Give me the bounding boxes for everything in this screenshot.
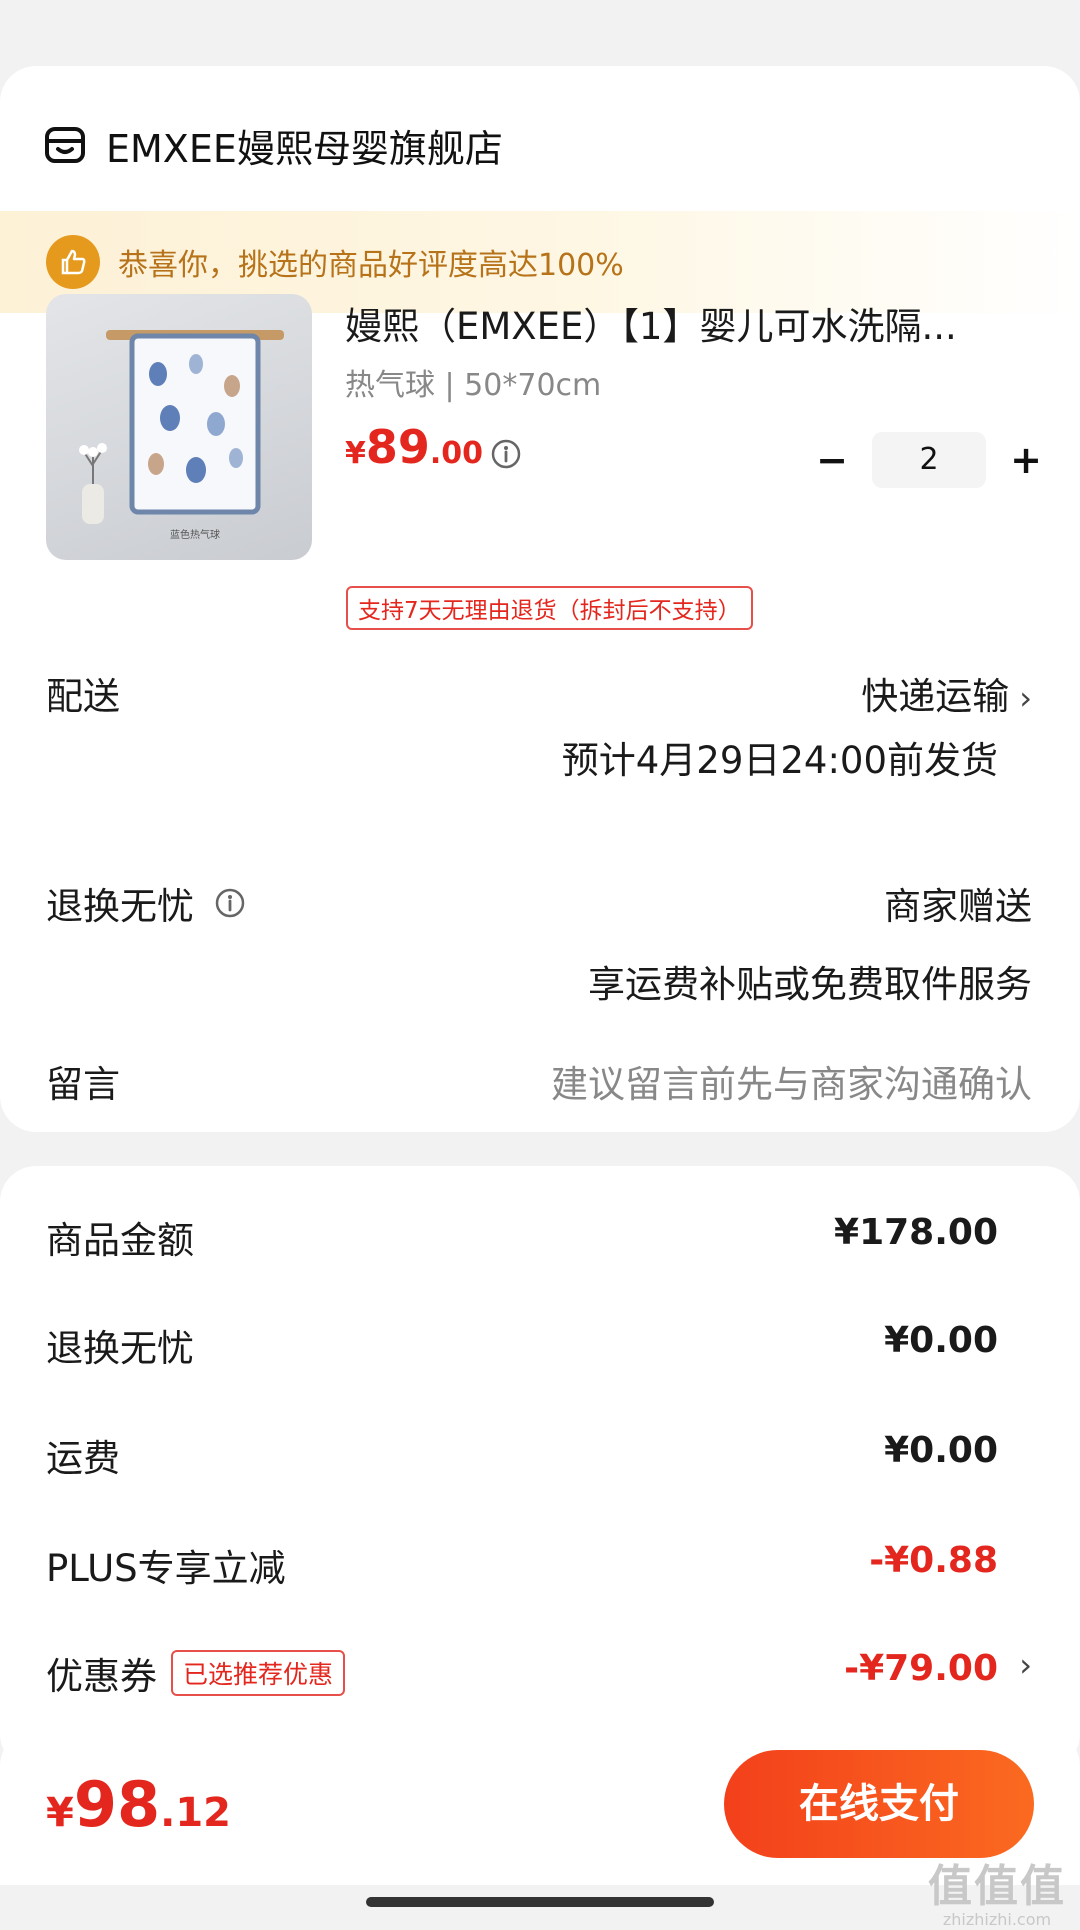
online-pay-button[interactable]: 在线支付 — [724, 1750, 1034, 1858]
shipping-fee-value: ¥0.00 — [884, 1430, 998, 1471]
goods-amount-label: 商品金额 — [46, 1219, 194, 1262]
home-indicator[interactable] — [366, 1897, 714, 1907]
increase-quantity-button[interactable]: + — [1004, 438, 1048, 482]
return-fee-value: ¥0.00 — [884, 1320, 998, 1361]
store-header[interactable]: EMXEE嫚熙母婴旗舰店 — [44, 110, 503, 180]
chevron-right-icon[interactable]: › — [1019, 1646, 1032, 1684]
price-info-button[interactable] — [490, 438, 522, 470]
total-currency: ¥ — [46, 1790, 74, 1836]
price-currency: ¥ — [345, 436, 366, 471]
decrease-quantity-button[interactable]: − — [810, 438, 854, 482]
thumbs-up-icon — [46, 235, 100, 289]
price-decimal: .00 — [429, 436, 484, 471]
shop-icon — [45, 127, 85, 163]
coupon-row[interactable]: 优惠券 已选推荐优惠 — [46, 1646, 346, 1700]
message-input[interactable]: 建议留言前先与商家沟通确认 — [551, 1054, 1032, 1108]
delivery-method-value: 快递运输 — [861, 675, 1010, 718]
return-service-desc: 享运费补贴或免费取件服务 — [588, 963, 1032, 1006]
quantity-input[interactable]: 2 — [872, 432, 986, 488]
product-image[interactable]: 蓝色热气球 — [46, 294, 312, 560]
info-icon — [491, 439, 521, 469]
checkout-bar: ¥ 98 .12 在线支付 — [0, 1730, 1080, 1885]
return-service-value: 商家赠送 — [884, 885, 1032, 928]
price-summary-card: 商品金额 ¥178.00 退换无忧 ¥0.00 运费 ¥0.00 PLUS专享立… — [0, 1166, 1080, 1770]
plus-discount-label: PLUS专享立减 — [46, 1547, 286, 1590]
coupon-label: 优惠券 — [46, 1655, 157, 1698]
delivery-label: 配送 — [46, 675, 120, 718]
total-price: ¥ 98 .12 — [46, 1768, 231, 1841]
coupon-badge: 已选推荐优惠 — [171, 1650, 346, 1696]
plus-discount-value: -¥0.88 — [869, 1540, 998, 1581]
total-integer: 98 — [73, 1768, 161, 1841]
goods-amount-value: ¥178.00 — [834, 1212, 998, 1253]
store-name: EMXEE嫚熙母婴旗舰店 — [106, 126, 503, 171]
return-policy-badge: 支持7天无理由退货（拆封后不支持） — [346, 586, 753, 630]
watermark-url: zhizhizhi.com — [942, 1910, 1052, 1929]
product-image-caption: 蓝色热气球 — [170, 530, 220, 541]
return-service-text: 退换无忧 — [46, 885, 194, 928]
product-price: ¥ 89 .00 — [345, 420, 483, 474]
info-icon[interactable] — [214, 887, 246, 919]
product-title[interactable]: 嫚熙（EMXEE）【1】婴儿可水洗隔... — [345, 296, 1015, 350]
coupon-value[interactable]: -¥79.00 — [844, 1648, 998, 1689]
chevron-right-icon: › — [1019, 679, 1032, 717]
delivery-estimate: 预计4月29日24:00前发货 — [561, 739, 998, 782]
watermark: 值值值 zhizhizhi.com — [928, 1850, 1066, 1929]
return-fee-label: 退换无忧 — [46, 1327, 194, 1370]
watermark-logo: 值值值 — [928, 1861, 1066, 1912]
total-decimal: .12 — [160, 1790, 231, 1836]
price-integer: 89 — [365, 420, 430, 474]
order-card: EMXEE嫚熙母婴旗舰店 恭喜你，挑选的商品好评度高达100% 蓝色热气球 嫚熙… — [0, 66, 1080, 1132]
shipping-fee-label: 运费 — [46, 1437, 120, 1480]
return-service-label: 退换无忧 — [46, 876, 246, 930]
product-spec[interactable]: 热气球 | 50*70cm — [345, 360, 601, 404]
quantity-stepper: − 2 + — [810, 432, 1048, 488]
congrats-text: 恭喜你，挑选的商品好评度高达100% — [118, 248, 624, 283]
delivery-method[interactable]: 快递运输 › — [861, 666, 1032, 720]
message-label: 留言 — [46, 1063, 120, 1106]
